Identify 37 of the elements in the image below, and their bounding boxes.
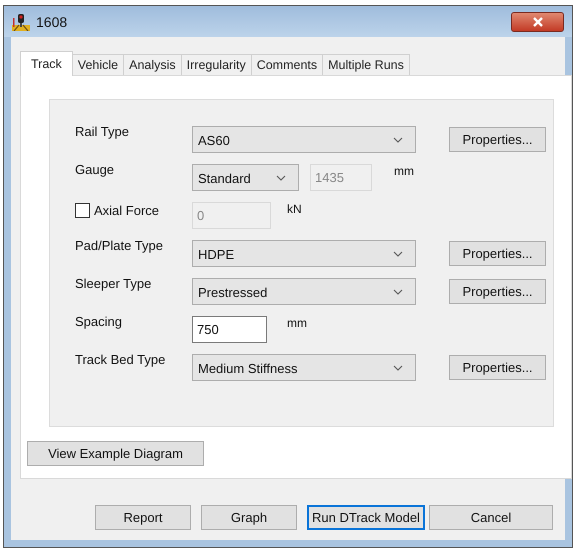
dialog-button[interactable]: Graph: [201, 505, 297, 530]
field-label: Spacing: [75, 314, 123, 329]
dialog-button[interactable]: Run DTrack Model: [307, 505, 425, 530]
dropdown[interactable]: Prestressed: [192, 278, 416, 304]
tab[interactable]: Irregularity: [180, 54, 252, 75]
tab[interactable]: Multiple Runs: [322, 54, 410, 75]
field-label: Gauge: [75, 162, 116, 177]
caret-icon: [276, 175, 286, 181]
tab[interactable]: Analysis: [123, 54, 182, 75]
railway-signal-icon: [12, 12, 30, 30]
unit-label: mm: [287, 316, 307, 330]
view-diagram-button[interactable]: View Example Diagram: [27, 441, 204, 466]
caret-icon: [393, 137, 403, 143]
unit-label: kN: [287, 202, 302, 216]
window-title: 1608: [36, 14, 68, 30]
checkbox-label: Axial Force: [94, 203, 160, 218]
properties-button[interactable]: Properties...: [449, 354, 546, 380]
caret-icon: [393, 251, 403, 257]
caret-icon: [393, 289, 403, 295]
caret-icon: [393, 365, 403, 371]
dropdown[interactable]: Medium Stiffness: [192, 354, 416, 380]
field-label: Track Bed Type: [75, 352, 166, 367]
close-button[interactable]: [511, 12, 564, 32]
properties-button[interactable]: Properties...: [449, 278, 546, 304]
input-field[interactable]: 750: [192, 316, 267, 342]
dialog-button[interactable]: Report: [95, 505, 191, 530]
properties-button[interactable]: Properties...: [449, 126, 546, 152]
properties-button[interactable]: Properties...: [449, 240, 546, 266]
dialog-button[interactable]: Cancel: [429, 505, 553, 530]
field-label: Pad/Plate Type: [75, 238, 164, 253]
dropdown[interactable]: HDPE: [192, 240, 416, 266]
close-icon: [532, 17, 544, 27]
tab[interactable]: Track: [20, 51, 73, 76]
dropdown[interactable]: AS60: [192, 126, 416, 152]
field-label: Rail Type: [75, 124, 130, 139]
field-label: Sleeper Type: [75, 276, 152, 291]
unit-label: mm: [394, 164, 414, 178]
